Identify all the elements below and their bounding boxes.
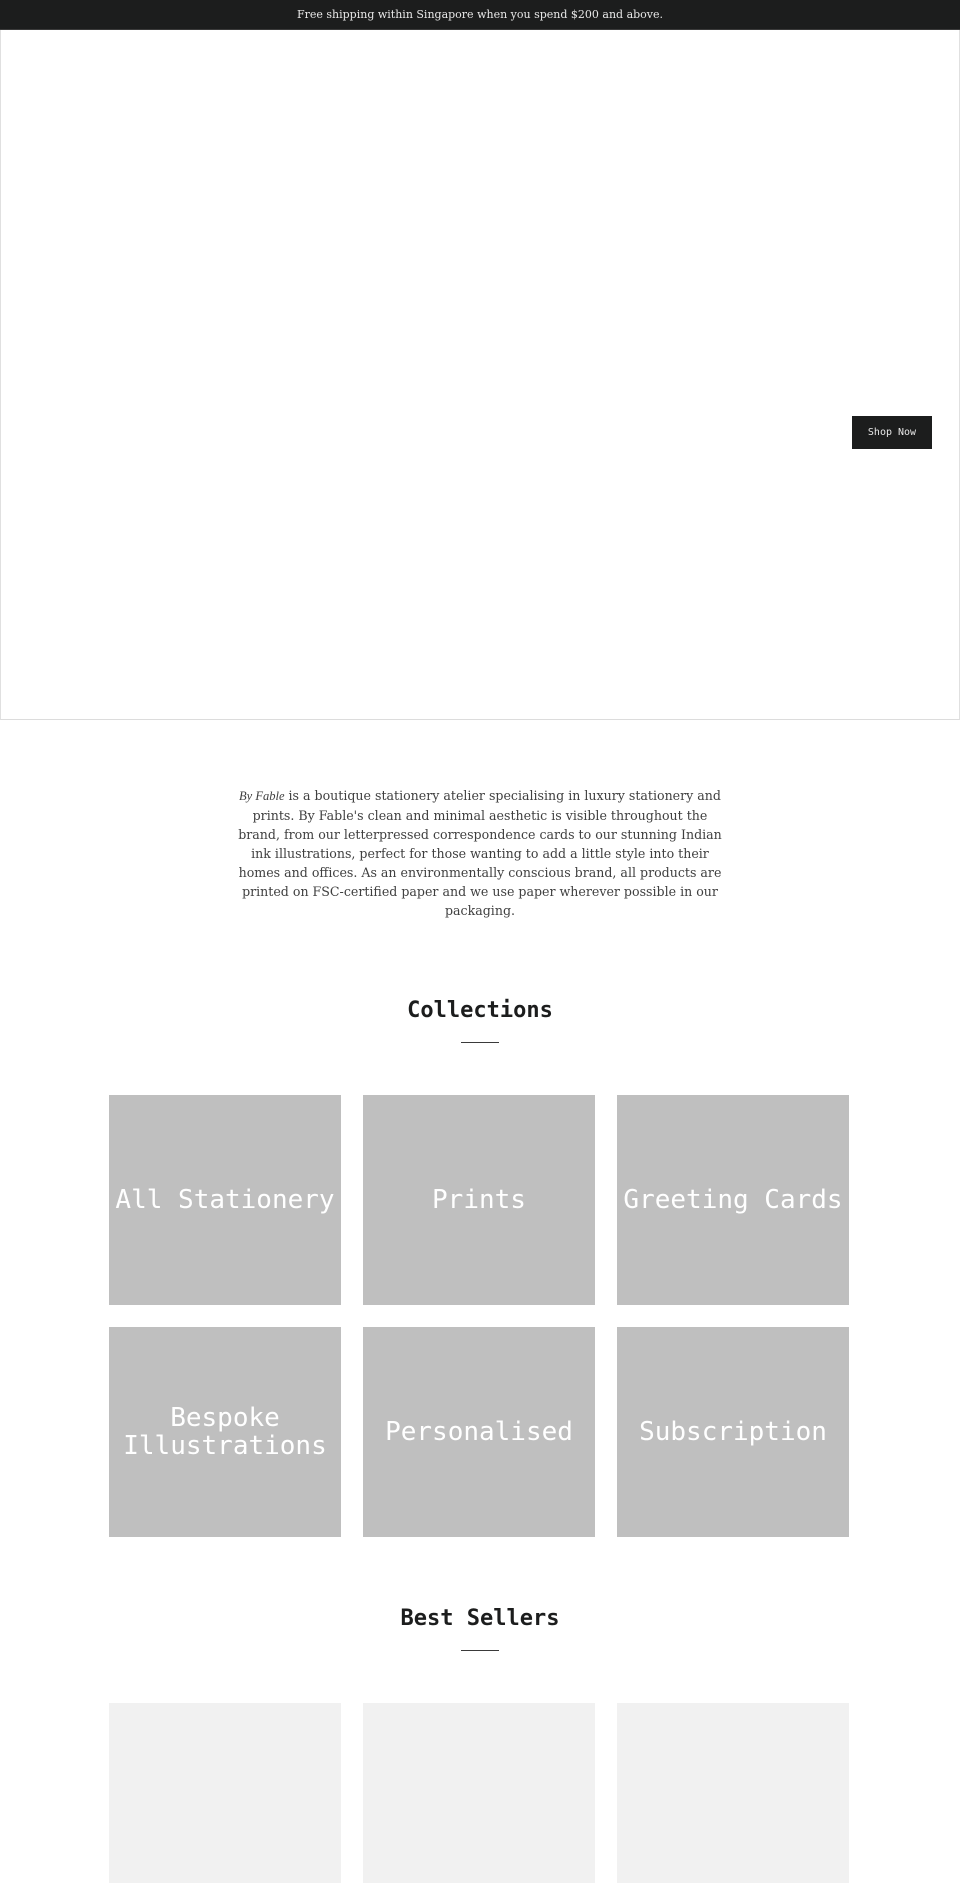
announcement-bar: Free shipping within Singapore when you … [0,0,960,30]
intro-text: is a boutique stationery atelier special… [238,788,722,918]
announcement-text: Free shipping within Singapore when you … [296,8,664,21]
brand-name: By Fable [239,789,285,803]
collection-tile-greeting-cards[interactable]: Greeting Cards [617,1095,849,1305]
brand-intro: By Fable is a boutique stationery atelie… [236,786,724,920]
hero-banner: Shop Now [0,30,960,720]
shop-now-button[interactable]: Shop Now [852,416,932,449]
best-sellers-title: Best Sellers [400,1606,560,1631]
collection-tile-personalised[interactable]: Personalised [363,1327,595,1537]
collections-grid: All Stationery Prints Greeting Cards Bes… [109,1095,849,1537]
collection-tile-prints[interactable]: Prints [363,1095,595,1305]
collection-tile-subscription[interactable]: Subscription [617,1327,849,1537]
collections-title: Collections [407,998,553,1023]
collection-tile-bespoke-illustrations[interactable]: Bespoke Illustrations [109,1327,341,1537]
collection-tile-all-stationery[interactable]: All Stationery [109,1095,341,1305]
product-card[interactable] [617,1703,849,1883]
product-card[interactable] [109,1703,341,1883]
best-sellers-divider [461,1650,499,1651]
product-card[interactable] [363,1703,595,1883]
collections-divider [461,1042,499,1043]
best-sellers-grid [109,1703,849,1883]
